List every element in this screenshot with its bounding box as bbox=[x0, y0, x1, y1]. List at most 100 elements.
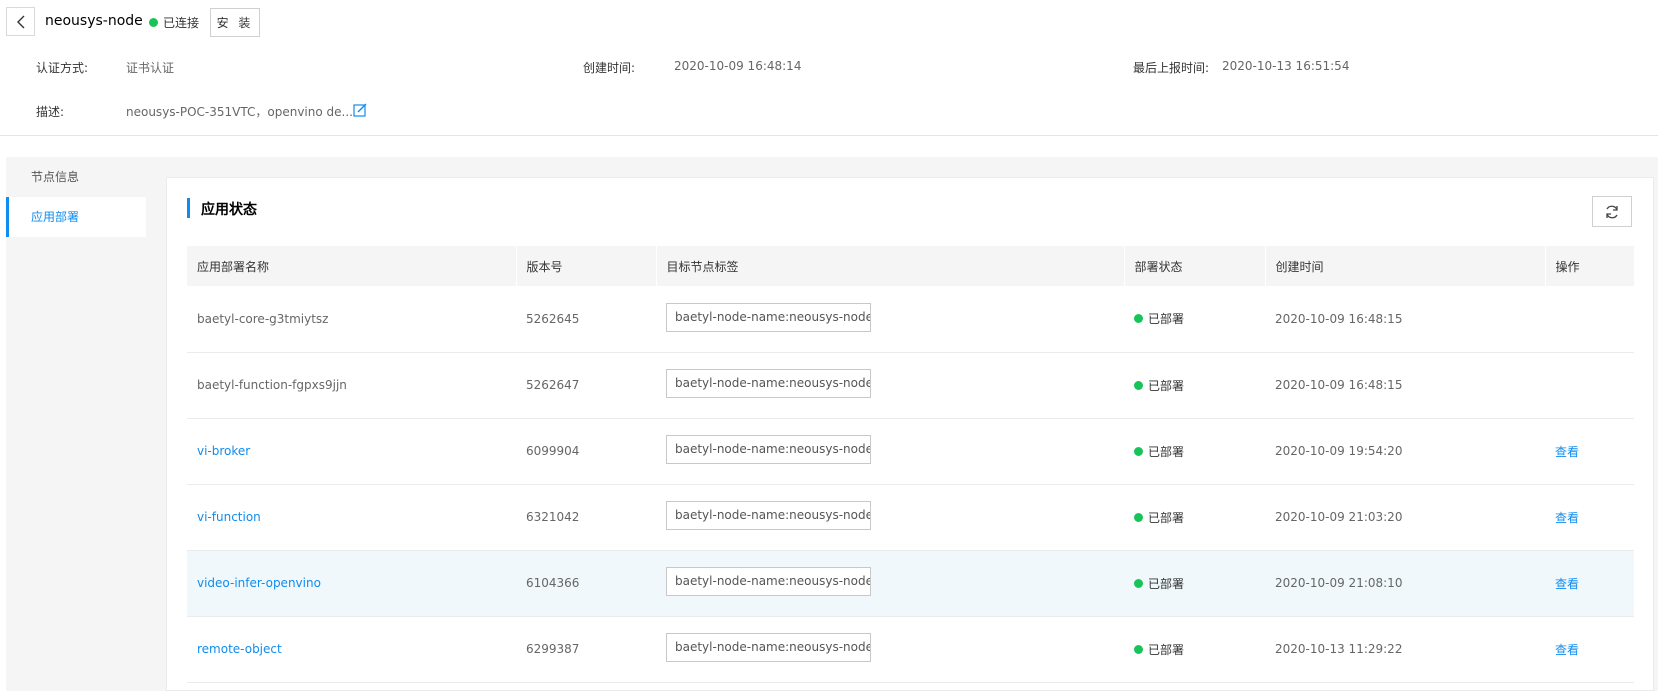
app-name-cell: remote-object bbox=[187, 616, 516, 683]
table-row: baetyl-core-g3tmiytsz 5262645 baetyl-nod… bbox=[187, 286, 1634, 353]
app-name-link[interactable]: vi-function bbox=[197, 510, 261, 524]
table-row: baetyl-function-fgpxs9jjn 5262647 baetyl… bbox=[187, 352, 1634, 419]
deploy-status: 已部署 bbox=[1148, 444, 1185, 459]
status-dot-icon bbox=[1134, 578, 1143, 588]
table-row: vi-broker 6099904 baetyl-node-name:neous… bbox=[187, 418, 1634, 485]
app-version: 6104366 bbox=[516, 550, 656, 617]
app-name-cell: vi-function bbox=[187, 484, 516, 551]
status-dot-icon bbox=[1134, 446, 1143, 456]
app-version: 6099904 bbox=[516, 418, 656, 485]
node-header: neousys-node 已连接 安 装 认证方式: 证书认证 创建时间: 20… bbox=[0, 0, 1658, 136]
node-tag: baetyl-node-name:neousys-node bbox=[666, 633, 871, 662]
deploy-status: 已部署 bbox=[1148, 576, 1185, 591]
node-tag: baetyl-node-name:neousys-node bbox=[666, 369, 871, 398]
tag-cell: baetyl-node-name:neousys-node bbox=[656, 484, 1124, 551]
table-row: video-infer-openvino 6104366 baetyl-node… bbox=[187, 550, 1634, 617]
status-cell: 已部署 bbox=[1124, 616, 1265, 683]
table-row: remote-object 6299387 baetyl-node-name:n… bbox=[187, 616, 1634, 683]
col-header-version: 版本号 bbox=[516, 246, 657, 286]
app-name-cell: video-infer-openvino bbox=[187, 550, 516, 617]
status-cell: 已部署 bbox=[1124, 286, 1265, 353]
node-name: neousys-node bbox=[45, 13, 143, 29]
view-link[interactable]: 查看 bbox=[1555, 577, 1579, 591]
sidebar-item-node-info[interactable]: 节点信息 bbox=[6, 157, 146, 197]
app-version: 6321042 bbox=[516, 484, 656, 551]
node-tag: baetyl-node-name:neousys-node bbox=[666, 435, 871, 464]
status-dot-icon bbox=[1134, 512, 1143, 522]
status-dot-icon bbox=[1134, 644, 1143, 654]
app-name-cell: vi-broker bbox=[187, 418, 516, 485]
col-header-name: 应用部署名称 bbox=[187, 246, 517, 286]
action-cell: 查看 bbox=[1545, 616, 1634, 683]
status-cell: 已部署 bbox=[1124, 484, 1265, 551]
node-tag: baetyl-node-name:neousys-node bbox=[666, 302, 871, 332]
created-time: 2020-10-09 16:48:15 bbox=[1265, 286, 1545, 353]
created-label: 创建时间: bbox=[583, 61, 636, 75]
view-link[interactable]: 查看 bbox=[1555, 511, 1579, 525]
col-header-created: 创建时间 bbox=[1265, 246, 1546, 286]
last-report-label: 最后上报时间: bbox=[1133, 61, 1210, 75]
view-link[interactable]: 查看 bbox=[1555, 643, 1579, 657]
action-cell bbox=[1545, 286, 1634, 353]
refresh-icon bbox=[1606, 205, 1618, 218]
app-status-panel: 应用状态 应用部署名称 版本号 目标节点标签 部署状态 创建时间 操作 baet… bbox=[166, 177, 1654, 691]
col-header-status: 部署状态 bbox=[1124, 246, 1266, 286]
deploy-status: 已部署 bbox=[1148, 378, 1185, 393]
app-name-link[interactable]: video-infer-openvino bbox=[197, 576, 321, 590]
last-report-value: 2020-10-13 16:51:54 bbox=[1222, 59, 1350, 73]
created-time: 2020-10-09 19:54:20 bbox=[1265, 418, 1545, 485]
connection-status-label: 已连接 bbox=[163, 16, 200, 30]
created-time: 2020-10-09 21:03:20 bbox=[1265, 484, 1545, 551]
app-name-link[interactable]: vi-broker bbox=[197, 444, 250, 458]
sidebar: 节点信息 应用部署 bbox=[6, 157, 146, 691]
chevron-left-icon bbox=[16, 15, 24, 28]
deploy-status: 已部署 bbox=[1148, 312, 1185, 327]
table-header-row: 应用部署名称 版本号 目标节点标签 部署状态 创建时间 操作 bbox=[187, 246, 1635, 286]
status-dot-icon bbox=[1134, 380, 1143, 390]
description-value: neousys-POC-351VTC，openvino de... bbox=[126, 105, 353, 119]
connection-status: 已连接 bbox=[149, 14, 199, 31]
status-dot-icon bbox=[149, 18, 158, 27]
app-name: baetyl-core-g3tmiytsz bbox=[187, 286, 516, 353]
node-tag: baetyl-node-name:neousys-node bbox=[666, 567, 871, 596]
app-version: 5262645 bbox=[516, 286, 656, 353]
panel-title: 应用状态 bbox=[201, 202, 257, 218]
action-cell: 查看 bbox=[1545, 418, 1634, 485]
refresh-button[interactable] bbox=[1592, 196, 1632, 227]
col-header-tag: 目标节点标签 bbox=[656, 246, 1125, 286]
status-cell: 已部署 bbox=[1124, 550, 1265, 617]
title-accent-bar bbox=[187, 198, 190, 218]
created-time: 2020-10-13 11:29:22 bbox=[1265, 616, 1545, 683]
app-version: 5262647 bbox=[516, 352, 656, 419]
sidebar-item-app-deploy[interactable]: 应用部署 bbox=[6, 197, 146, 237]
tag-cell: baetyl-node-name:neousys-node bbox=[656, 418, 1124, 485]
action-cell bbox=[1545, 352, 1634, 419]
install-button[interactable]: 安 装 bbox=[210, 8, 260, 37]
view-link[interactable]: 查看 bbox=[1555, 445, 1579, 459]
app-name-link[interactable]: remote-object bbox=[197, 642, 282, 656]
deploy-status: 已部署 bbox=[1148, 642, 1185, 657]
node-tag: baetyl-node-name:neousys-node bbox=[666, 501, 871, 530]
back-button[interactable] bbox=[6, 7, 35, 36]
deploy-status: 已部署 bbox=[1148, 510, 1185, 525]
app-deploy-table: 应用部署名称 版本号 目标节点标签 部署状态 创建时间 操作 baetyl-co… bbox=[187, 246, 1635, 683]
tag-cell: baetyl-node-name:neousys-node bbox=[656, 286, 1124, 353]
created-time: 2020-10-09 21:08:10 bbox=[1265, 550, 1545, 617]
status-cell: 已部署 bbox=[1124, 418, 1265, 485]
app-version: 6299387 bbox=[516, 616, 656, 683]
description-label: 描述: bbox=[36, 105, 65, 119]
created-time: 2020-10-09 16:48:15 bbox=[1265, 352, 1545, 419]
tag-cell: baetyl-node-name:neousys-node bbox=[656, 352, 1124, 419]
edit-icon[interactable] bbox=[353, 103, 367, 117]
tag-cell: baetyl-node-name:neousys-node bbox=[656, 550, 1124, 617]
table-row: vi-function 6321042 baetyl-node-name:neo… bbox=[187, 484, 1634, 551]
app-name: baetyl-function-fgpxs9jjn bbox=[187, 352, 516, 419]
auth-label: 认证方式: bbox=[36, 61, 89, 75]
created-value: 2020-10-09 16:48:14 bbox=[674, 59, 802, 73]
action-cell: 查看 bbox=[1545, 550, 1634, 617]
auth-value: 证书认证 bbox=[126, 61, 175, 75]
col-header-action: 操作 bbox=[1545, 246, 1635, 286]
status-dot-icon bbox=[1134, 314, 1143, 324]
action-cell: 查看 bbox=[1545, 484, 1634, 551]
tag-cell: baetyl-node-name:neousys-node bbox=[656, 616, 1124, 683]
